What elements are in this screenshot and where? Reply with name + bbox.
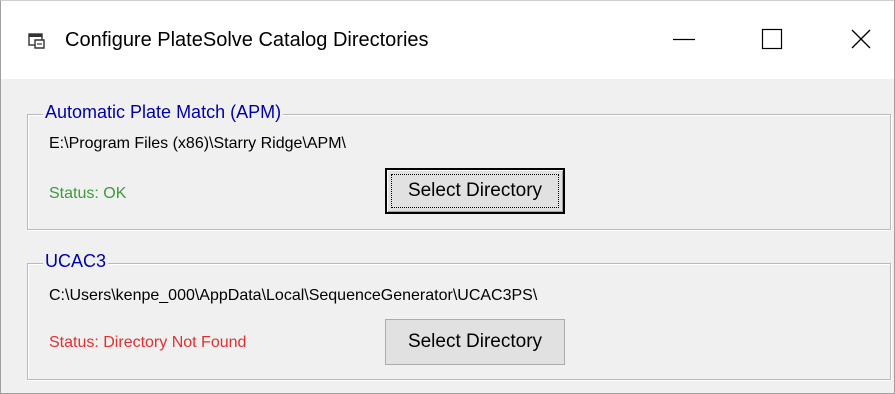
button-label: Select Directory bbox=[407, 180, 543, 201]
title-bar[interactable]: Configure PlateSolve Catalog Directories bbox=[1, 1, 894, 79]
close-button[interactable] bbox=[815, 1, 895, 79]
apm-select-directory-button[interactable]: Select Directory bbox=[385, 168, 565, 214]
button-label: Select Directory bbox=[407, 331, 543, 352]
apm-directory-path: E:\Program Files (x86)\Starry Ridge\APM\ bbox=[49, 135, 346, 152]
configure-catalog-dialog: Configure PlateSolve Catalog Directories… bbox=[0, 0, 895, 394]
minimize-icon bbox=[673, 38, 695, 41]
apm-group-legend: Automatic Plate Match (APM) bbox=[43, 102, 284, 123]
window-title: Configure PlateSolve Catalog Directories bbox=[65, 29, 429, 51]
minimize-button[interactable] bbox=[641, 1, 729, 79]
ucac3-group-legend: UCAC3 bbox=[43, 251, 109, 272]
maximize-button[interactable] bbox=[729, 1, 817, 79]
close-icon bbox=[851, 29, 871, 49]
ucac3-select-directory-button[interactable]: Select Directory bbox=[385, 319, 565, 365]
app-window-icon bbox=[27, 31, 45, 49]
ucac3-directory-path: C:\Users\kenpe_000\AppData\Local\Sequenc… bbox=[49, 287, 538, 304]
ucac3-status-text: Status: Directory Not Found bbox=[49, 334, 247, 351]
maximize-icon bbox=[761, 28, 783, 50]
apm-status-text: Status: OK bbox=[49, 185, 127, 202]
